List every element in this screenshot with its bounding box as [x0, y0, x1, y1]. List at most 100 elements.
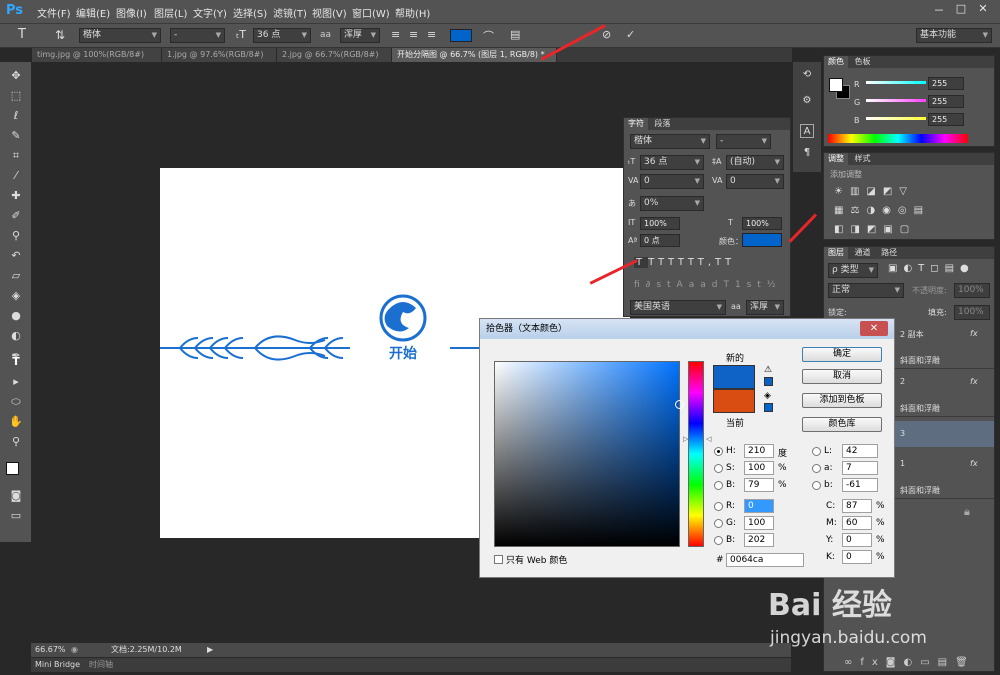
tab-swatches[interactable]: 色板 — [851, 56, 875, 68]
crop-tool-icon[interactable]: ⌗ — [8, 148, 24, 164]
quick-select-tool-icon[interactable]: ✎ — [8, 128, 24, 144]
layer-filter-icons[interactable]: ▣◐T◻▤● — [888, 263, 975, 274]
green-field[interactable]: 100 — [744, 516, 774, 530]
foreground-color-swatch[interactable] — [6, 462, 19, 475]
hue-radio[interactable] — [714, 447, 723, 456]
font-size-select[interactable]: 36 点 ▼ — [253, 28, 311, 43]
gamut-color-swatch[interactable] — [764, 377, 773, 386]
maximize-button[interactable]: □ — [952, 2, 970, 18]
add-to-swatches-button[interactable]: 添加到色板 — [802, 393, 882, 408]
lab-b-field[interactable]: -61 — [842, 478, 878, 492]
align-right-icon[interactable]: ≡ — [427, 28, 436, 41]
layer-footer-icons[interactable]: ∞fx◙◐▭▤🗑︎ — [844, 657, 976, 668]
tab-active-document[interactable]: 开始分隔图 @ 66.7% (图层 1, RGB/8) * — [392, 48, 557, 62]
menu-type[interactable]: 文字(Y) — [193, 5, 227, 20]
font-style-select[interactable]: - ▼ — [170, 28, 225, 43]
orientation-toggle-icon[interactable]: ⇅ — [55, 28, 65, 42]
ok-button[interactable]: 确定 — [802, 347, 882, 362]
hand-tool-icon[interactable]: ✋ — [8, 414, 24, 430]
dialog-close-button[interactable]: ✕ — [860, 321, 888, 336]
screen-mode-icon[interactable]: ▭ — [8, 508, 24, 524]
red-slider[interactable] — [866, 81, 926, 84]
menu-layer[interactable]: 图层(L) — [154, 5, 187, 20]
blue-slider[interactable] — [866, 117, 926, 120]
tab-channels[interactable]: 通道 — [851, 247, 875, 259]
layer-fx-icon[interactable]: fx — [970, 377, 978, 386]
vertical-scale-field[interactable]: 100% — [640, 217, 680, 230]
saturation-field[interactable]: 100 — [744, 461, 774, 475]
saturation-radio[interactable] — [714, 464, 723, 473]
tab-layers[interactable]: 图层 — [824, 247, 848, 259]
tab-paths[interactable]: 路径 — [877, 247, 901, 259]
panel-tracking-select[interactable]: 0 ▼ — [726, 174, 784, 189]
opacity-field[interactable]: 100% — [954, 283, 990, 298]
current-color-preview[interactable] — [713, 389, 755, 413]
menu-select[interactable]: 选择(S) — [233, 5, 267, 20]
brightness-radio[interactable] — [714, 481, 723, 490]
color-libraries-button[interactable]: 颜色库 — [802, 417, 882, 432]
tab-styles[interactable]: 样式 — [851, 153, 875, 165]
green-slider[interactable] — [866, 99, 926, 102]
layer-filter-select[interactable]: ρ 类型 ▼ — [828, 263, 878, 278]
panel-kerning-select[interactable]: 0 ▼ — [640, 174, 704, 189]
close-window-button[interactable]: ✕ — [974, 2, 992, 18]
panel-aa-select[interactable]: 浑厚 ▼ — [746, 300, 784, 315]
green-radio[interactable] — [714, 519, 723, 528]
red-value[interactable]: 255 — [928, 77, 964, 90]
brightness-field[interactable]: 79 — [744, 478, 774, 492]
blur-tool-icon[interactable]: ● — [8, 308, 24, 324]
anti-alias-select[interactable]: 浑厚 ▼ — [340, 28, 380, 43]
lab-l-field[interactable]: 42 — [842, 444, 878, 458]
warp-text-icon[interactable]: ⌒ — [483, 28, 494, 44]
baseline-field[interactable]: 0 点 — [640, 234, 680, 247]
tab-paragraph[interactable]: 段落 — [651, 118, 675, 130]
panel-font-style-select[interactable]: - ▼ — [716, 134, 771, 149]
blend-mode-select[interactable]: 正常 ▼ — [828, 283, 904, 298]
type-style-buttons[interactable]: T TTTTTT,TT — [634, 257, 784, 273]
panel-leading-select[interactable]: (自动) ▼ — [726, 155, 784, 170]
lab-b-radio[interactable] — [812, 481, 821, 490]
brush-tool-icon[interactable]: ✐ — [8, 208, 24, 224]
saturation-brightness-field[interactable] — [494, 361, 684, 547]
eyedropper-tool-icon[interactable]: ⁄ — [8, 168, 24, 184]
panel-size-select[interactable]: 36 点 ▼ — [640, 155, 704, 170]
tab-mini-bridge[interactable]: Mini Bridge — [35, 658, 80, 672]
lasso-tool-icon[interactable]: ℓ — [8, 108, 24, 124]
history-brush-tool-icon[interactable]: ↶ — [8, 248, 24, 264]
red-radio[interactable] — [714, 502, 723, 511]
lab-a-radio[interactable] — [812, 464, 821, 473]
align-left-icon[interactable]: ≡ — [391, 28, 400, 41]
web-only-checkbox[interactable] — [494, 555, 503, 564]
magenta-field[interactable]: 60 — [842, 516, 872, 530]
status-menu-arrow-icon[interactable]: ▶ — [207, 643, 213, 657]
tab-timg[interactable]: timg.jpg @ 100%(RGB/8#) — [32, 48, 162, 62]
character-panel-icon[interactable]: A — [800, 124, 814, 138]
cyan-field[interactable]: 87 — [842, 499, 872, 513]
color-spectrum-bar[interactable] — [828, 134, 968, 143]
eraser-tool-icon[interactable]: ▱ — [8, 268, 24, 284]
tab-adjustments[interactable]: 调整 — [824, 153, 848, 165]
hue-field[interactable]: 210 — [744, 444, 774, 458]
green-value[interactable]: 255 — [928, 95, 964, 108]
workspace-select[interactable]: 基本功能 ▼ — [916, 28, 992, 43]
menu-edit[interactable]: 编辑(E) — [76, 5, 110, 20]
cancel-icon[interactable]: ⊘ — [602, 28, 611, 41]
lab-a-field[interactable]: 7 — [842, 461, 878, 475]
blue-field[interactable]: 202 — [744, 533, 774, 547]
web-safe-cube-icon[interactable]: ◈ — [764, 391, 771, 401]
opentype-buttons[interactable]: ﬁ∂stAaadT1st½ — [634, 280, 784, 294]
hue-slider[interactable] — [688, 361, 704, 547]
menu-filter[interactable]: 滤镜(T) — [273, 5, 307, 20]
zoom-tool-icon[interactable]: ⚲ — [8, 434, 24, 450]
horizontal-scale-field[interactable]: 100% — [742, 217, 782, 230]
shape-tool-icon[interactable]: ⬭ — [8, 394, 24, 410]
red-field[interactable]: 0 — [744, 499, 774, 513]
path-select-tool-icon[interactable]: ▸ — [8, 374, 24, 390]
panel-tsume-select[interactable]: 0% ▼ — [640, 196, 704, 211]
tab-character[interactable]: 字符 — [624, 118, 648, 130]
blue-radio[interactable] — [714, 536, 723, 545]
layer-fx-icon[interactable]: fx — [970, 329, 978, 338]
adjustment-icons-row-2[interactable]: ▦⚖◑◉◎▤ — [834, 205, 930, 216]
web-color-swatch[interactable] — [764, 403, 773, 412]
quick-mask-icon[interactable]: ◙ — [8, 488, 24, 504]
